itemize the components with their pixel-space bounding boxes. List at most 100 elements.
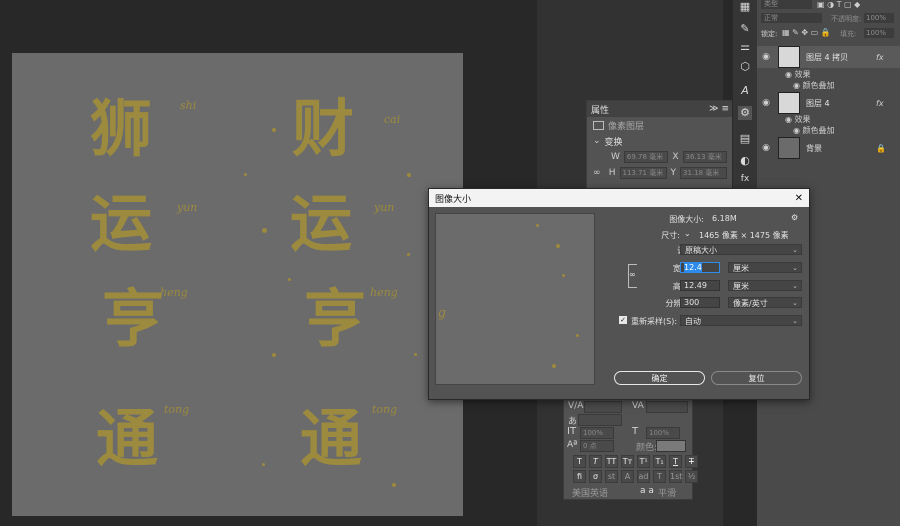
ink-splatter (407, 173, 411, 177)
swash-icon[interactable]: st (605, 470, 618, 483)
tsume-field[interactable] (578, 414, 622, 426)
visibility-eye-icon[interactable]: ◉ (760, 98, 772, 108)
text-color-swatch[interactable] (656, 440, 686, 452)
pinyin-left-2: yun (177, 201, 198, 214)
transform-section[interactable]: ⌄ 变换 (587, 133, 733, 149)
fit-to-select[interactable]: 原稿大小 ⌄ (680, 244, 802, 255)
ok-button[interactable]: 确定 (614, 371, 705, 385)
reset-button[interactable]: 复位 (711, 371, 802, 385)
resample-select[interactable]: 自动 ⌄ (680, 315, 802, 326)
superscript-icon[interactable]: T¹ (637, 455, 650, 468)
dialog-titlebar[interactable]: 图像大小 ✕ (429, 189, 809, 207)
ordinals-icon[interactable]: T (653, 470, 666, 483)
color-overlay-label: 颜色叠加 (802, 81, 835, 90)
resolution-unit-select[interactable]: 像素/英寸 ⌄ (728, 297, 802, 308)
image-preview[interactable]: ɡ (435, 213, 595, 385)
baseline-shift-field[interactable]: 0 点 (580, 440, 614, 452)
bold-icon[interactable]: T (573, 455, 586, 468)
italic-icon[interactable]: T (589, 455, 602, 468)
chevron-down-icon: ⌄ (792, 264, 798, 272)
width-input[interactable]: 12.4 (680, 262, 720, 273)
kerning-field[interactable] (584, 401, 622, 413)
color-overlay-row[interactable]: ◉ 颜色叠加 (793, 80, 835, 91)
fx-badge[interactable]: fx (876, 53, 884, 62)
opacity-field[interactable]: 100% (864, 13, 894, 23)
small-caps-icon[interactable]: Tт (621, 455, 634, 468)
horizontal-scale-field[interactable]: 100% (646, 427, 680, 439)
visibility-eye-icon[interactable]: ◉ (760, 143, 772, 153)
baseline-shift-icon: Aª (567, 440, 578, 450)
opacity-label: 不透明度: (831, 15, 862, 23)
transform-label: 变换 (604, 137, 623, 148)
alternates-icon[interactable]: A (621, 470, 634, 483)
x-field[interactable]: 36.13 毫米 (682, 151, 727, 163)
layer-row-background[interactable]: ◉ 背景 🔒 (757, 137, 900, 159)
height-unit-select[interactable]: 厘米 ⌄ (728, 280, 802, 291)
resample-checkbox[interactable]: ✓ (619, 316, 627, 324)
panel-menu-icon[interactable]: ≫ ≡ (709, 104, 729, 114)
color-icon[interactable]: ◐ (738, 154, 752, 168)
y-field[interactable]: 31.18 毫米 (680, 167, 727, 179)
glyph-right-2: 运 (290, 187, 353, 260)
underline-icon[interactable]: T (669, 455, 682, 468)
transform-row-hy: ∞ H 113.71 毫米 Y 31.18 毫米 (587, 165, 733, 181)
fx-icon[interactable]: fx (738, 172, 752, 186)
panel-icon-strip: ▦ ✎ ⚌ ⬡ A ⚙ ▤ ◐ fx (732, 0, 757, 195)
adjust-icon[interactable]: ⚌ (738, 40, 752, 54)
effects-row[interactable]: ◉ 效果 (785, 69, 811, 80)
properties-title: 属性 (591, 105, 610, 116)
ink-splatter (288, 278, 291, 281)
cube-icon[interactable]: ⬡ (738, 60, 752, 74)
properties-icon[interactable]: ⚙ (738, 106, 752, 120)
w-label: W (611, 152, 620, 162)
gear-icon[interactable]: ⚙ (791, 213, 798, 222)
character-icon[interactable]: A (738, 84, 752, 98)
chevron-down-icon: ⌄ (792, 299, 798, 307)
link-icon[interactable]: ∞ (593, 168, 605, 178)
effects-row[interactable]: ◉ 效果 (785, 114, 811, 125)
lock-icons[interactable]: ▦ ✎ ✥ ▭ 🔒 (782, 28, 831, 37)
subscript-icon[interactable]: T₁ (653, 455, 666, 468)
fx-badge[interactable]: fx (876, 99, 884, 108)
w-field[interactable]: 69.78 毫米 (623, 151, 669, 163)
tracking-field[interactable] (646, 401, 688, 413)
chevron-down-icon: ⌄ (792, 317, 798, 325)
all-caps-icon[interactable]: TT (605, 455, 618, 468)
chevron-down-icon: ⌄ (593, 136, 601, 146)
strikethrough-icon[interactable]: T (685, 455, 698, 468)
height-unit: 厘米 (733, 282, 749, 291)
fill-field[interactable]: 100% (864, 28, 894, 38)
layer-type-row: 像素图层 (587, 117, 733, 133)
language-select[interactable]: 美国英语 (572, 486, 608, 499)
vertical-scale-field[interactable]: 100% (580, 427, 614, 439)
properties-panel: 属性 ≫ ≡ 像素图层 ⌄ 变换 W 69.78 毫米 X 36.13 毫米 ∞… (586, 100, 734, 200)
pinyin-right-2: yun (374, 201, 395, 214)
close-icon[interactable]: ✕ (795, 193, 803, 204)
brush-icon[interactable]: ✎ (738, 22, 752, 36)
color-overlay-row[interactable]: ◉ 颜色叠加 (793, 125, 835, 136)
visibility-eye-icon[interactable]: ◉ (760, 52, 772, 62)
fractions-icon[interactable]: 1st (669, 470, 682, 483)
old-style-icon[interactable]: σ (589, 470, 602, 483)
layer-filter-input[interactable]: 类型 (761, 0, 812, 9)
paragraph-icon[interactable]: ▤ (738, 132, 752, 146)
blend-mode-select[interactable]: 正常 (761, 13, 822, 23)
color-label: 颜色: (636, 443, 658, 453)
properties-panel-header[interactable]: 属性 ≫ ≡ (587, 101, 733, 117)
ink-splatter (244, 173, 247, 176)
grid-icon[interactable]: ▦ (738, 0, 752, 14)
ligature-icon[interactable]: fi (573, 470, 586, 483)
filter-icons[interactable]: ▣ ◑ T ▢ ◆ (817, 0, 860, 9)
titling-icon[interactable]: ad (637, 470, 650, 483)
layer-row-layer4[interactable]: ◉ 图层 4 fx (757, 92, 900, 114)
height-input[interactable]: 12.49 (680, 280, 720, 291)
document-canvas[interactable]: 狮 运 亨 通 shi yun heng tong 财 运 亨 通 cai yu… (12, 53, 463, 516)
chevron-down-icon[interactable]: ⌄ (684, 229, 691, 238)
antialias-select[interactable]: 平滑 (658, 486, 676, 499)
fraction-icon[interactable]: ½ (685, 470, 698, 483)
h-field[interactable]: 113.71 毫米 (619, 167, 667, 179)
layer-row-layer4-copy[interactable]: ◉ 图层 4 拷贝 fx (757, 46, 900, 68)
resolution-input[interactable]: 300 (680, 297, 720, 308)
dimensions-label: 尺寸: (661, 231, 680, 240)
width-unit-select[interactable]: 厘米 ⌄ (728, 262, 802, 273)
